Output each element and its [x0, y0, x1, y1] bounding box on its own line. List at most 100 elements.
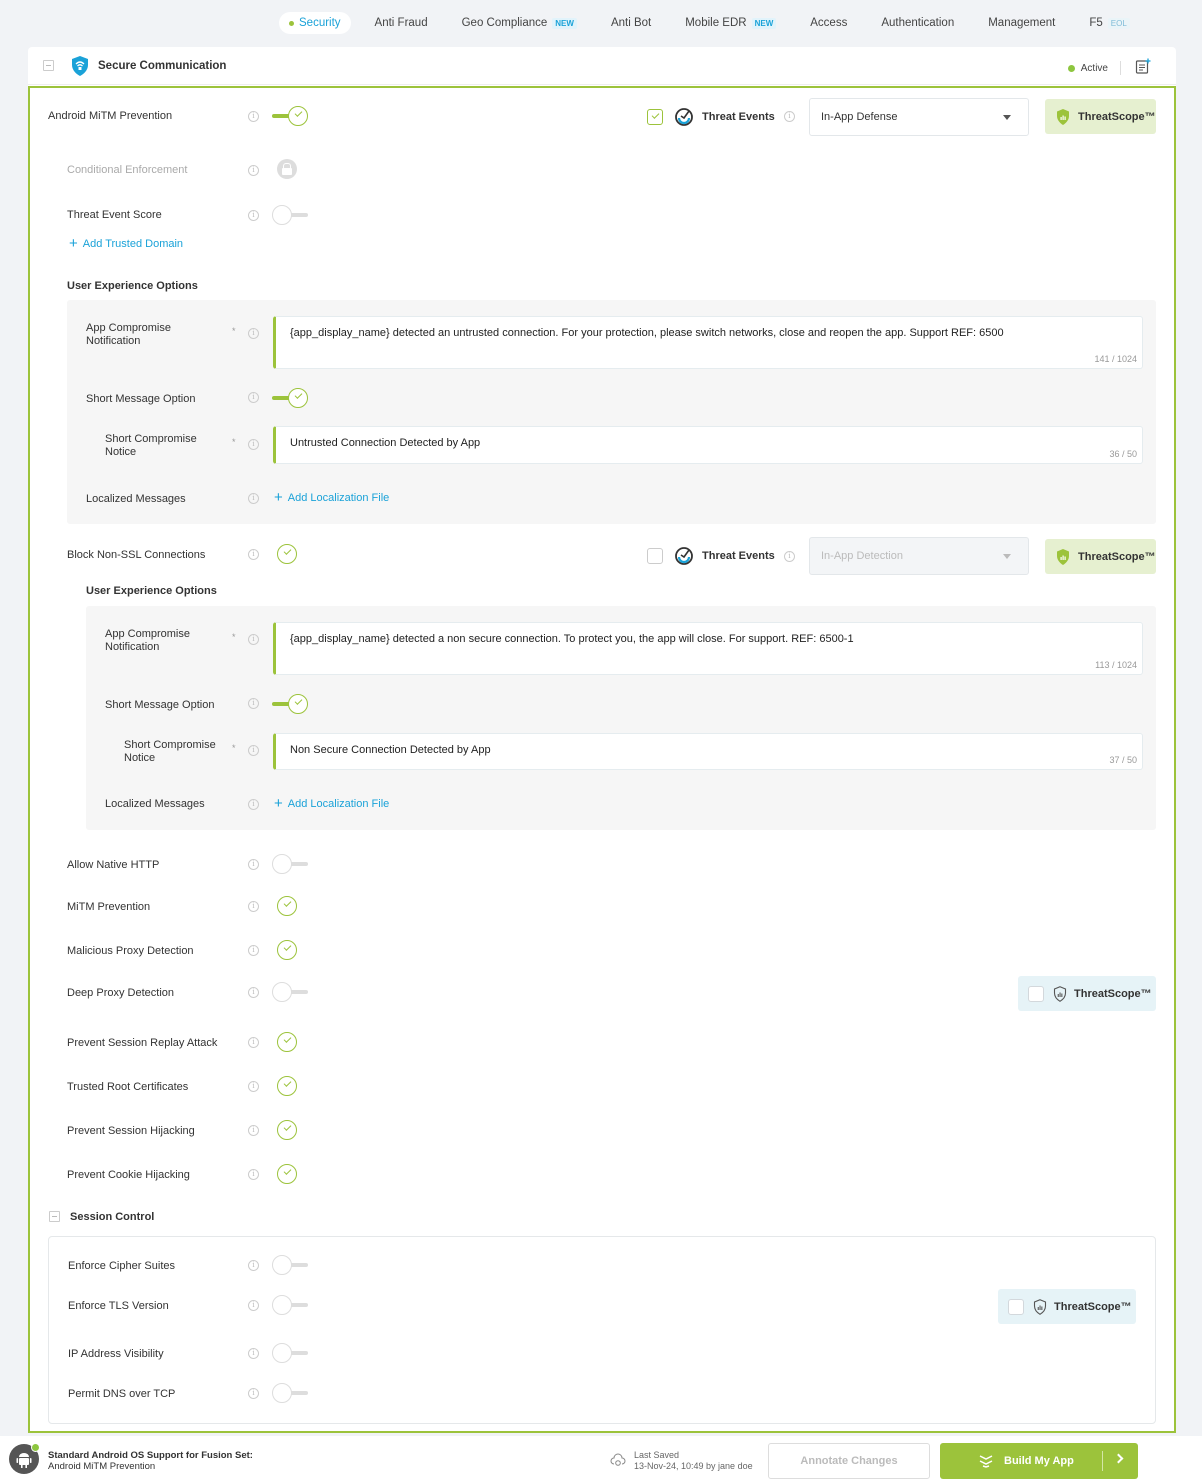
status-dot [1067, 64, 1075, 72]
android-mitm-toggle[interactable] [272, 106, 310, 126]
info-icon[interactable]: i [248, 493, 259, 504]
char-count: 141 / 1024 [1094, 354, 1137, 364]
info-icon[interactable]: i [784, 551, 795, 562]
tab-mobile-edr[interactable]: Mobile EDR NEW [675, 12, 786, 34]
threat-events-checkbox[interactable] [647, 109, 663, 125]
active-dot [289, 20, 294, 26]
info-icon[interactable]: i [248, 210, 259, 221]
block-non-ssl-label: Block Non-SSL Connections [67, 549, 206, 561]
threatscope-checkbox[interactable] [1008, 1298, 1024, 1315]
info-icon[interactable]: i [248, 1300, 259, 1311]
tab-authentication[interactable]: Authentication [871, 12, 964, 34]
info-icon[interactable]: i [248, 111, 259, 122]
info-icon[interactable]: i [248, 439, 259, 450]
tab-security[interactable]: Security [279, 12, 351, 34]
dns-over-tcp-toggle[interactable] [272, 1383, 310, 1403]
enforce-cipher-toggle[interactable] [272, 1255, 310, 1275]
defense-select[interactable]: In-App Defense [809, 98, 1029, 136]
last-saved: Last Saved 13-Nov-24, 10:49 by jane doe [610, 1450, 753, 1472]
caret-down-icon [1003, 115, 1011, 120]
deep-proxy-toggle[interactable] [272, 982, 310, 1002]
required-marker: * [232, 632, 236, 642]
info-icon[interactable]: i [248, 1081, 259, 1092]
threatscope-checkbox[interactable] [1028, 985, 1044, 1002]
add-localization-link[interactable]: + Add Localization File [274, 490, 389, 505]
threat-event-score-toggle[interactable] [272, 205, 310, 225]
enforce-tls-toggle[interactable] [272, 1295, 310, 1315]
info-icon[interactable]: i [248, 634, 259, 645]
trusted-root-check[interactable] [277, 1076, 297, 1096]
threat-events-checkbox[interactable] [647, 548, 663, 564]
block-non-ssl-check[interactable] [277, 544, 297, 564]
required-marker: * [232, 437, 236, 447]
info-icon[interactable]: i [248, 549, 259, 560]
tab-anti-fraud[interactable]: Anti Fraud [365, 12, 438, 34]
threatscope-option[interactable]: ThreatScope™ [998, 1289, 1136, 1324]
info-icon[interactable]: i [248, 328, 259, 339]
cookie-hijacking-check[interactable] [277, 1164, 297, 1184]
tab-management[interactable]: Management [978, 12, 1065, 34]
footer-bar: Standard Android OS Support for Fusion S… [0, 1436, 1202, 1484]
android-icon [9, 1443, 40, 1474]
info-icon[interactable]: i [248, 1260, 259, 1271]
app-compromise-textarea[interactable]: {app_display_name} detected a non secure… [273, 622, 1143, 675]
info-icon[interactable]: i [248, 1388, 259, 1399]
add-note-icon[interactable] [1135, 58, 1151, 74]
info-icon[interactable]: i [248, 1037, 259, 1048]
divider [1120, 61, 1121, 75]
info-icon[interactable]: i [248, 1348, 259, 1359]
detection-select[interactable]: In-App Detection [809, 537, 1029, 575]
new-badge: NEW [552, 17, 577, 29]
info-icon[interactable]: i [248, 987, 259, 998]
allow-native-http-toggle[interactable] [272, 854, 310, 874]
add-trusted-domain-link[interactable]: + Add Trusted Domain [69, 236, 183, 251]
short-message-toggle[interactable] [272, 694, 310, 714]
collapse-icon[interactable] [43, 60, 54, 71]
tab-access[interactable]: Access [800, 12, 857, 34]
chevron-right-icon[interactable] [1113, 1453, 1124, 1464]
info-icon[interactable]: i [248, 392, 259, 403]
annotate-changes-button[interactable]: Annotate Changes [768, 1443, 930, 1479]
short-message-option-label: Short Message Option [86, 393, 196, 405]
threat-event-score-label: Threat Event Score [67, 209, 162, 221]
info-icon[interactable]: i [248, 859, 259, 870]
info-icon[interactable]: i [248, 1125, 259, 1136]
short-compromise-label: Short Compromise Notice [124, 739, 216, 764]
session-item-label: Permit DNS over TCP [68, 1388, 176, 1400]
threatscope-button[interactable]: ThreatScope™ [1045, 539, 1156, 574]
info-icon[interactable]: i [248, 901, 259, 912]
threatscope-button[interactable]: ThreatScope™ [1045, 99, 1156, 134]
session-replay-check[interactable] [277, 1032, 297, 1052]
feature-label: Deep Proxy Detection [67, 987, 174, 999]
info-icon[interactable]: i [248, 698, 259, 709]
short-compromise-input[interactable]: Non Secure Connection Detected by App 37… [273, 733, 1143, 770]
eol-badge: EOL [1107, 17, 1130, 29]
tab-anti-bot[interactable]: Anti Bot [601, 12, 661, 34]
malicious-proxy-check[interactable] [277, 940, 297, 960]
short-compromise-input[interactable]: Untrusted Connection Detected by App 36 … [273, 426, 1143, 464]
ip-visibility-toggle[interactable] [272, 1343, 310, 1363]
info-icon[interactable]: i [248, 1169, 259, 1180]
session-hijacking-check[interactable] [277, 1120, 297, 1140]
session-control-title: Session Control [70, 1211, 155, 1223]
build-icon [979, 1455, 993, 1468]
build-my-app-button[interactable]: Build My App [940, 1443, 1138, 1479]
session-item-label: IP Address Visibility [68, 1348, 164, 1360]
ux-options-title: User Experience Options [86, 585, 217, 597]
session-control-panel [48, 1236, 1156, 1424]
tab-f5[interactable]: F5 EOL [1079, 12, 1139, 34]
info-icon[interactable]: i [784, 111, 795, 122]
mitm-prevention-check[interactable] [277, 896, 297, 916]
short-message-toggle[interactable] [272, 388, 310, 408]
add-localization-link[interactable]: + Add Localization File [274, 796, 389, 811]
session-control-collapse-icon[interactable] [49, 1211, 60, 1222]
tab-geo-compliance[interactable]: Geo Compliance NEW [452, 12, 587, 34]
info-icon[interactable]: i [248, 799, 259, 810]
info-icon[interactable]: i [248, 745, 259, 756]
app-compromise-textarea[interactable]: {app_display_name} detected an untrusted… [273, 316, 1143, 369]
threatscope-option[interactable]: ThreatScope™ [1018, 976, 1156, 1011]
short-compromise-label: Short Compromise Notice [105, 433, 197, 458]
info-icon[interactable]: i [248, 165, 259, 176]
info-icon[interactable]: i [248, 945, 259, 956]
feature-label: Allow Native HTTP [67, 859, 160, 871]
